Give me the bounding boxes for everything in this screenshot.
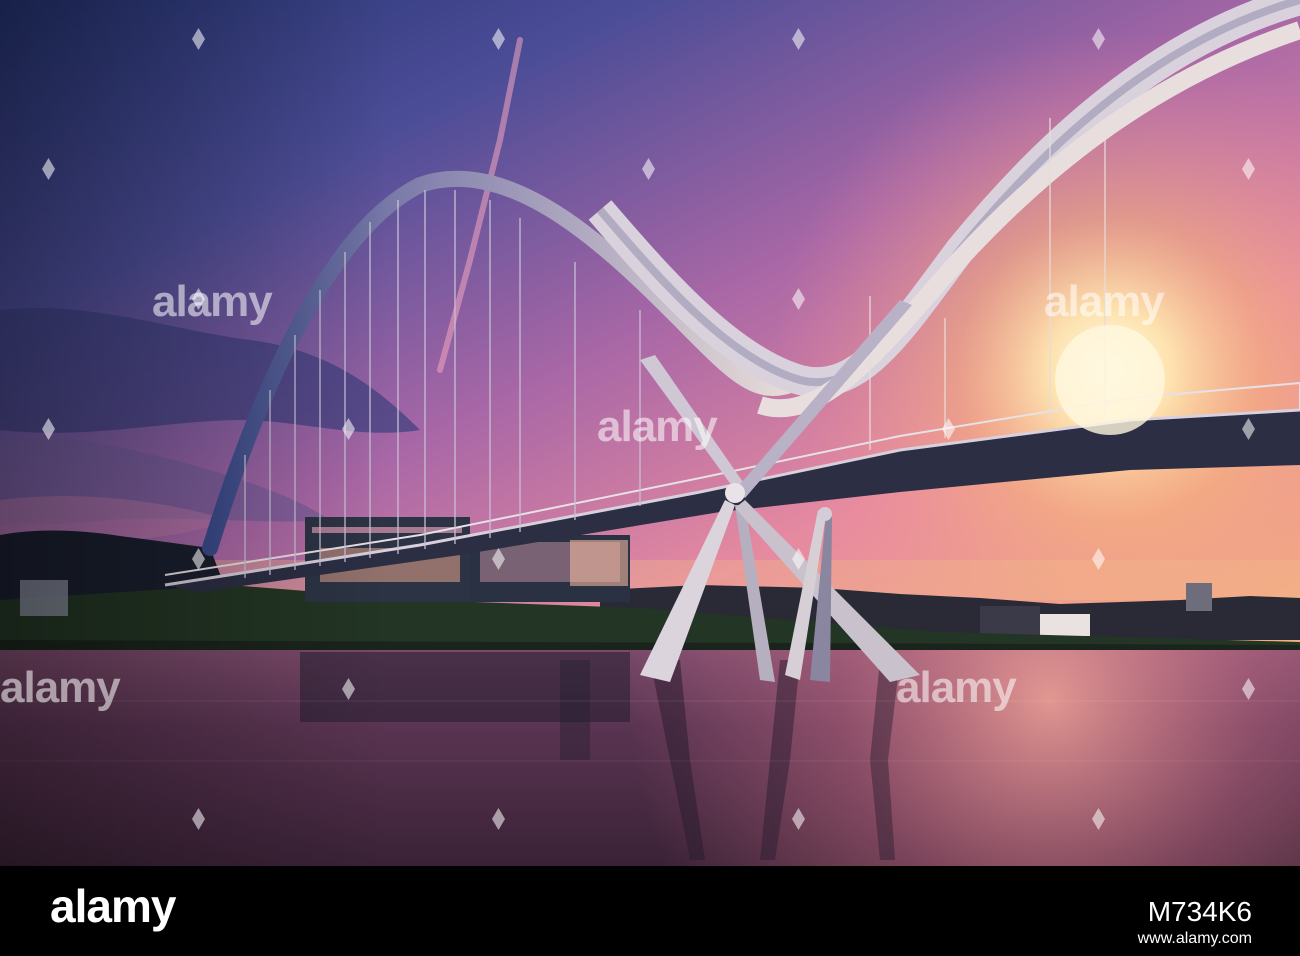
footer-logo: alamy (50, 880, 176, 932)
footer-bar: alamy M734K6 www.alamy.com (0, 866, 1300, 956)
bridge-sunset-photo (0, 0, 1300, 866)
footer-url: www.alamy.com (1137, 930, 1252, 947)
stock-photo: alamy alamy alamy alamy alamy alamy M734… (0, 0, 1300, 956)
image-id: M734K6 (1147, 896, 1252, 927)
